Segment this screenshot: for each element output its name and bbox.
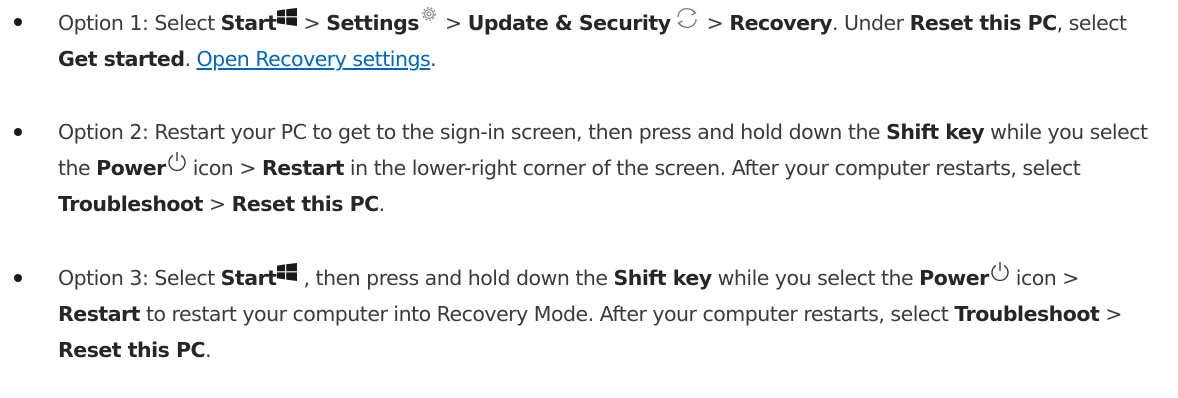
separator: > (202, 192, 232, 216)
sync-icon (673, 7, 701, 29)
update-security-label: Update & Security (467, 11, 671, 35)
separator: > (438, 11, 468, 35)
open-recovery-settings-link[interactable]: Open Recovery settings (197, 47, 431, 71)
reset-this-pc-label: Reset this PC (58, 338, 206, 362)
option-3-text: . (205, 338, 212, 362)
shift-key-label: Shift key (886, 120, 985, 144)
option-3-text: while you select the (711, 266, 920, 290)
option-3-text: , then press and hold down the (297, 266, 614, 290)
option-1-text: . (430, 47, 437, 71)
gear-icon (419, 4, 439, 24)
bullet-icon (14, 128, 22, 136)
option-1-text: . (184, 47, 197, 71)
list-item-option-1: Option 1: Select Start > Settings > Upda… (14, 4, 1158, 77)
option-1-prefix: Option 1: Select (58, 11, 221, 35)
option-3-prefix: Option 3: Select (58, 266, 221, 290)
windows-start-icon (277, 263, 298, 281)
separator: > (700, 11, 730, 35)
restart-label: Restart (58, 302, 140, 326)
bullet-icon (14, 274, 22, 282)
windows-start-icon (277, 8, 298, 26)
start-label: Start (220, 266, 277, 290)
troubleshoot-label: Troubleshoot (58, 192, 203, 216)
power-label: Power (919, 266, 989, 290)
power-icon (990, 261, 1010, 282)
troubleshoot-label: Troubleshoot (954, 302, 1100, 326)
reset-this-pc-label: Reset this PC (231, 192, 380, 216)
option-2-prefix: Option 2: Restart your PC to get to the … (58, 120, 887, 144)
option-2-text: icon > (186, 156, 262, 180)
power-icon (167, 151, 187, 172)
option-3-text: icon > (1009, 266, 1080, 290)
option-1-text: , select (1056, 11, 1127, 35)
separator: > (1099, 302, 1122, 326)
separator: > (297, 11, 327, 35)
reset-this-pc-label: Reset this PC (909, 11, 1058, 35)
get-started-label: Get started (58, 47, 185, 71)
power-label: Power (96, 156, 166, 180)
option-2-text: . (378, 192, 386, 216)
instructions-document: Option 1: Select Start > Settings > Upda… (0, 0, 1178, 398)
start-label: Start (220, 11, 277, 35)
option-2-text: in the lower-right corner of the screen.… (343, 156, 1081, 180)
option-3-text: to restart your computer into Recovery M… (139, 302, 955, 326)
bullet-icon (14, 18, 22, 26)
restart-label: Restart (261, 156, 344, 180)
list-item-option-2: Option 2: Restart your PC to get to the … (14, 114, 1158, 222)
shift-key-label: Shift key (613, 266, 713, 290)
settings-label: Settings (326, 11, 419, 35)
option-1-text: . Under (831, 11, 910, 35)
list-item-option-3: Option 3: Select Start , then press and … (14, 260, 1158, 368)
recovery-label: Recovery (729, 11, 832, 35)
